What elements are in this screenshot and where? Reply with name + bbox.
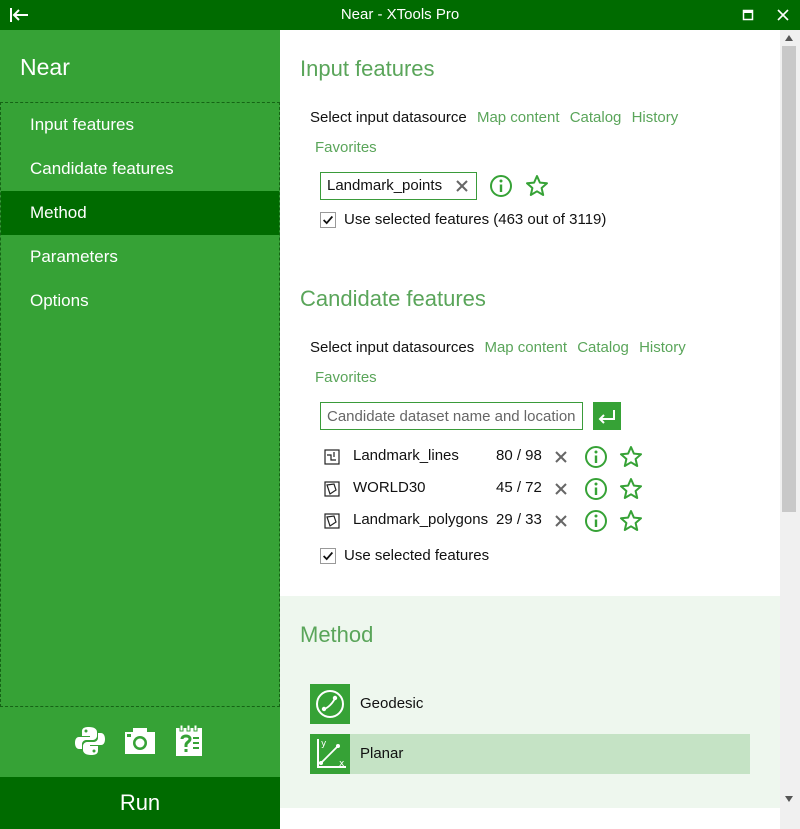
method-label-planar: Planar — [360, 745, 404, 762]
candidate-datasource-row: Select input datasources Map content Cat… — [310, 339, 692, 356]
input-use-selected-label: Use selected features (463 out of 3119) — [344, 211, 607, 228]
candidate-features-title: Candidate features — [300, 286, 486, 311]
candidate-link-favorites[interactable]: Favorites — [315, 369, 377, 386]
svg-text:y: y — [321, 739, 327, 749]
info-icon[interactable] — [584, 509, 608, 533]
scroll-down-icon[interactable] — [783, 794, 795, 804]
run-button[interactable]: Run — [0, 777, 280, 829]
method-title: Method — [300, 622, 374, 647]
candidate-count: 29 / 33 — [496, 511, 542, 528]
candidate-name: Landmark_lines — [353, 447, 459, 464]
main-panel: Input features Select input datasource M… — [280, 30, 780, 829]
scrollbar-thumb[interactable] — [782, 46, 796, 512]
planar-icon: y x — [310, 734, 350, 774]
favorite-star-icon[interactable] — [619, 477, 643, 501]
candidate-count: 80 / 98 — [496, 447, 542, 464]
sidebar-item-parameters[interactable]: Parameters — [1, 235, 279, 279]
candidate-link-catalog[interactable]: Catalog — [577, 339, 629, 356]
candidate-use-selected-label: Use selected features — [344, 547, 490, 564]
favorite-star-icon[interactable] — [525, 174, 549, 198]
candidate-link-history[interactable]: History — [639, 339, 686, 356]
input-link-history[interactable]: History — [632, 109, 679, 126]
svg-text:x: x — [339, 759, 345, 769]
info-icon[interactable] — [489, 174, 513, 198]
method-option-geodesic[interactable]: Geodesic — [310, 684, 750, 724]
candidate-row-landmark-polygons: Landmark_polygons 29 / 33 — [324, 509, 664, 533]
sidebar-item-method[interactable]: Method — [1, 191, 279, 235]
sidebar-item-options[interactable]: Options — [1, 279, 279, 323]
geodesic-icon — [310, 684, 350, 724]
title-bar: Near - XTools Pro — [0, 0, 800, 30]
select-candidate-datasources-label: Select input datasources — [310, 339, 475, 356]
help-docs-icon[interactable] — [173, 724, 207, 758]
input-use-selected-checkbox[interactable] — [320, 212, 336, 228]
remove-icon[interactable] — [453, 177, 471, 195]
remove-icon[interactable] — [552, 448, 570, 466]
scroll-up-icon[interactable] — [783, 33, 795, 43]
sidebar-tools — [0, 724, 280, 764]
favorite-star-icon[interactable] — [619, 445, 643, 469]
candidate-name: WORLD30 — [353, 479, 426, 496]
python-icon[interactable] — [73, 724, 107, 758]
window-title: Near - XTools Pro — [340, 6, 460, 23]
maximize-icon[interactable] — [742, 9, 754, 21]
candidate-favorites-row: Favorites — [315, 369, 383, 386]
enter-icon[interactable] — [593, 402, 621, 430]
candidate-link-map-content[interactable]: Map content — [484, 339, 567, 356]
input-link-map-content[interactable]: Map content — [477, 109, 560, 126]
sidebar-item-input-features[interactable]: Input features — [1, 103, 279, 147]
candidate-use-selected-checkbox[interactable] — [320, 548, 336, 564]
info-icon[interactable] — [584, 445, 608, 469]
candidate-row-world30: WORLD30 45 / 72 — [324, 477, 664, 501]
method-section: Method Geodesic y x Planar — [280, 596, 780, 808]
candidate-row-landmark-lines: Landmark_lines 80 / 98 — [324, 445, 664, 469]
method-label-geodesic: Geodesic — [360, 695, 424, 712]
remove-icon[interactable] — [552, 512, 570, 530]
polygon-layer-icon — [324, 481, 340, 497]
method-option-planar[interactable]: y x Planar — [310, 734, 750, 774]
candidate-dataset-input[interactable] — [327, 403, 582, 429]
input-dataset-name: Landmark_points — [327, 177, 443, 194]
sidebar-heading: Near — [20, 54, 70, 80]
input-datasource-row: Select input datasource Map content Cata… — [310, 109, 684, 126]
input-features-title: Input features — [300, 56, 435, 81]
polygon-layer-icon — [324, 513, 340, 529]
camera-icon[interactable] — [123, 724, 157, 758]
sidebar-nav: Input features Candidate features Method… — [0, 102, 280, 707]
vertical-scrollbar[interactable] — [780, 30, 800, 829]
favorite-star-icon[interactable] — [619, 509, 643, 533]
line-layer-icon — [324, 449, 340, 465]
info-icon[interactable] — [584, 477, 608, 501]
close-icon[interactable] — [776, 8, 790, 22]
candidate-count: 45 / 72 — [496, 479, 542, 496]
input-link-favorites[interactable]: Favorites — [315, 139, 377, 156]
remove-icon[interactable] — [552, 480, 570, 498]
candidate-dataset-field[interactable] — [320, 402, 583, 430]
sidebar: Near Input features Candidate features M… — [0, 30, 280, 829]
input-favorites-row: Favorites — [315, 139, 383, 156]
sidebar-item-candidate-features[interactable]: Candidate features — [1, 147, 279, 191]
input-link-catalog[interactable]: Catalog — [570, 109, 622, 126]
select-input-datasource-label: Select input datasource — [310, 109, 467, 126]
candidate-name: Landmark_polygons — [353, 511, 489, 528]
